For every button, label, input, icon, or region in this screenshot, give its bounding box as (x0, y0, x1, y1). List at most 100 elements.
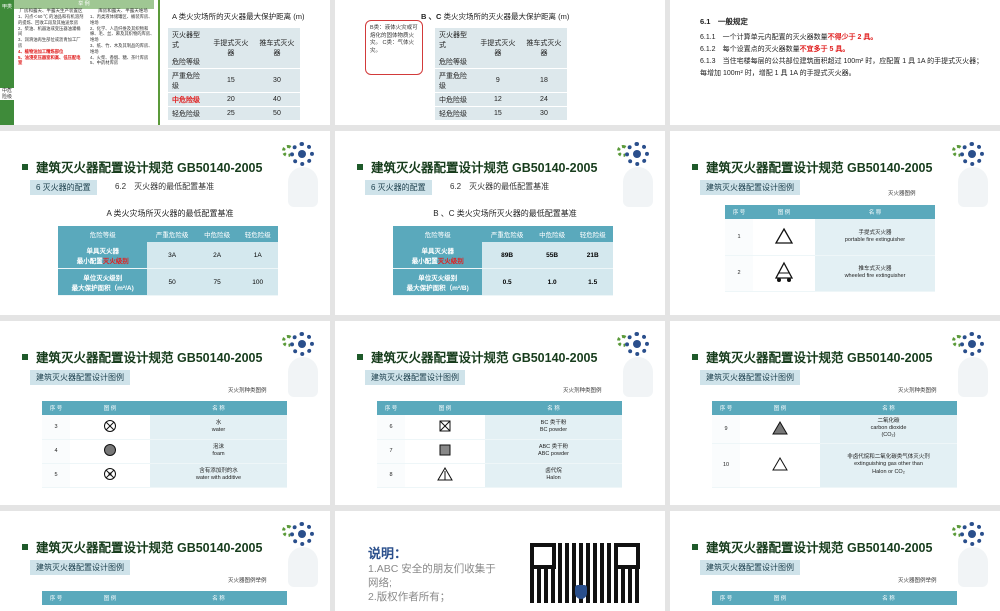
row-no: 10 (712, 443, 740, 488)
shield-icon (575, 585, 587, 599)
head-cell: 名 称 (150, 401, 287, 415)
bulb-icon (623, 357, 653, 397)
value-cell: 75 (196, 268, 238, 296)
legend-name: 二氧化碳 carbon dioxide (CO₂) (820, 415, 957, 444)
slide-1[interactable]: 甲类 中危险级 举 例 厂房和露天、半露天生产装置区 库房和露天、半露天堆场 1… (0, 0, 330, 125)
col1-line-red: 5、油浸变压器室和高、低压配电室 (18, 54, 81, 66)
table-head-wheeled: 推车式灭火器 (520, 28, 567, 69)
table-row: 单位灭火级别 最大保护面积（m²/A) 50 75 100 (58, 268, 278, 296)
hatched-square-icon (405, 439, 485, 464)
circle-cross-dot-icon (70, 463, 150, 488)
head-cell: 轻危险级 (572, 226, 613, 242)
bulb-icon (958, 167, 988, 207)
head-cell: 图 例 (753, 205, 815, 219)
row-label: 单位灭火级别 最大保护面积（m²/B) (393, 268, 483, 296)
table-row: 6 BC 类干粉 BC powder (377, 415, 622, 440)
slide-title: 建筑灭火器配置设计规范 GB50140-2005 (692, 157, 932, 176)
strip-label-top: 甲类 (1, 4, 12, 10)
min-config-table-a: 危险等级 严重危险级 中危险级 轻危险级 单具灭火器 最小配置灭火级别 3A 2A… (58, 226, 278, 296)
table-head-wheeled: 推车式灭火器 (253, 28, 300, 69)
table-row: 10 非卤代烷和二氧化碳类气体灭火剂 extinguishing gas othe… (712, 443, 957, 488)
col1-line: 1、闪点＜60 ℃ 的油品和有机溶剂的提炼、回收工段及其抽送泵房 (18, 14, 84, 25)
row-no: 5 (42, 463, 70, 488)
slide2-caption: B 、C 类火灾场所的灭火器最大保护距离 (m) (421, 11, 569, 22)
head-cell: 图 例 (405, 401, 485, 415)
slide-3[interactable]: 6.1 一般规定 6.1.1 一个计算单元内配置的灭火器数量不得少于 2 具。 … (670, 0, 1000, 125)
row-label: 单具灭火器 最小配置灭火级别 (58, 242, 148, 269)
value-cell: 12 (474, 92, 521, 107)
table-head-type: 灭火器型式 危险等级 (168, 28, 208, 69)
value-cell: 9 (474, 68, 521, 93)
distance-table-a: 灭火器型式 危险等级 手提式灭火器 推车式灭火器 严重危险级 15 30 中危险级… (168, 28, 300, 121)
slide-10[interactable]: 建筑灭火器配置设计规范 GB50140-2005 建筑灭火器配置设计图例 灭火器… (0, 511, 330, 611)
table-row: 单具灭火器 最小配置灭火级别 89B 55B 21B (393, 242, 613, 269)
legend-caption: 灭火器图例举例 (898, 578, 937, 584)
row-label: 单具灭火器 最小配置灭火级别 (393, 242, 483, 269)
col1-line: 3、润滑油再生部位或沥青加工厂房 (18, 37, 81, 48)
head-cell: 中危险级 (531, 226, 573, 242)
value-cell: 30 (253, 68, 300, 93)
slide-title: 建筑灭火器配置设计规范 GB50140-2005 (692, 537, 932, 556)
note-line: 1.ABC 安全的朋友们收集于网络; (368, 563, 496, 590)
section-tag: 建筑灭火器配置设计图例 (700, 370, 800, 385)
slide-2[interactable]: B 、C 类火灾场所的灭火器最大保护距离 (m) B类：液体火灾或可熔化的固体物… (335, 0, 665, 125)
slide-5[interactable]: 建筑灭火器配置设计规范 GB50140-2005 6 灭火器的配置 6.2 灭火… (335, 131, 665, 315)
caption-prefix: B 、C (421, 12, 442, 21)
slide-7[interactable]: 建筑灭火器配置设计规范 GB50140-2005 建筑灭火器配置设计图例 灭火剂… (0, 321, 330, 505)
slide-4[interactable]: 建筑灭火器配置设计规范 GB50140-2005 6 灭火器的配置 6.2 灭火… (0, 131, 330, 315)
table-row: 中危险级 12 24 (435, 92, 567, 107)
col2-line: 3、纸、竹、木及其制品的库房、堆场 (90, 42, 153, 54)
legend-caption: 灭火剂种类图例 (228, 388, 267, 394)
slide-11[interactable]: 说明： 1.ABC 安全的朋友们收集于网络; 2.版权作者所有； (335, 511, 665, 611)
bulb-icon (958, 547, 988, 587)
slide-8[interactable]: 建筑灭火器配置设计规范 GB50140-2005 建筑灭火器配置设计图例 灭火剂… (335, 321, 665, 505)
legend-table: 序 号 图 例 名 称 1 手提式灭火器 portable fire exting… (725, 205, 935, 292)
table-row: 2 推车式灭火器 wheeled fire extinguisher (725, 255, 935, 292)
slide-6[interactable]: 建筑灭火器配置设计规范 GB50140-2005 建筑灭火器配置设计图例 灭火器… (670, 131, 1000, 315)
level-cell: 严重危险级 (435, 68, 475, 93)
slide-grid: 甲类 中危险级 举 例 厂房和露天、半露天生产装置区 库房和露天、半露天堆场 1… (0, 0, 1000, 611)
head-cell: 名 称 (150, 591, 287, 605)
col2-list: 1、丙类液体储罐区、桶装库房、堆场 2、化学、人造纤维及其织物和棉、毛、丝、麻及… (90, 14, 156, 66)
note-heading: 说明： (368, 546, 408, 561)
value-cell: 15 (207, 68, 254, 93)
legend-table: 序 号 图 例 名 称 (712, 591, 957, 605)
qr-code-icon (530, 543, 640, 603)
gear-icon (960, 522, 984, 546)
row-label: 单位灭火级别 最大保护面积（m²/A) (58, 268, 148, 296)
gear-icon (960, 332, 984, 356)
rule-heading: 6.1 一般规定 (700, 17, 748, 26)
table-row: 轻危险级 25 50 (168, 106, 300, 121)
triangle-line-icon (405, 463, 485, 488)
square-cross-icon (405, 415, 485, 440)
head-cell: 名 称 (815, 205, 935, 219)
value-cell: 40 (253, 92, 300, 107)
min-config-table-bc: 危险等级 严重危险级 中危险级 轻危险级 单具灭火器 最小配置灭火级别 89B 5… (393, 226, 613, 296)
value-cell: 25 (207, 106, 254, 121)
strip-label: 中危险级 (0, 88, 14, 100)
rule-block: 6.1.1 一个计算单元内配置的灭火器数量不得少于 2 具。 6.1.2 每个设… (700, 32, 985, 80)
value-cell: 15 (474, 106, 521, 121)
gear-icon (625, 332, 649, 356)
gear-icon (960, 142, 984, 166)
slide-9[interactable]: 建筑灭火器配置设计规范 GB50140-2005 建筑灭火器配置设计图例 灭火剂… (670, 321, 1000, 505)
value-cell: 50 (147, 268, 197, 296)
slide-title: 建筑灭火器配置设计规范 GB50140-2005 (357, 157, 597, 176)
legend-name: 含有添加剂的水 water with additive (150, 463, 287, 488)
slide1-caption: A 类火灾场所的灭火器最大保护距离 (m) (172, 12, 305, 21)
filled-circle-icon (70, 439, 150, 464)
legend-name: 水 water (150, 415, 287, 440)
slide-title: 建筑灭火器配置设计规范 GB50140-2005 (22, 347, 262, 366)
value-cell: 55B (531, 242, 573, 269)
slide-12[interactable]: 建筑灭火器配置设计规范 GB50140-2005 建筑灭火器配置设计图例 灭火器… (670, 511, 1000, 611)
row-no: 2 (725, 255, 753, 292)
value-cell: 100 (237, 268, 278, 296)
section-tag: 6 灭火器的配置 (30, 180, 97, 195)
bulb-icon (958, 357, 988, 397)
value-cell: 89B (482, 242, 532, 269)
value-cell: 0.5 (482, 268, 532, 296)
row-no: 9 (712, 415, 740, 444)
level-cell: 严重危险级 (168, 68, 208, 93)
legend-table: 序 号 图 例 名 称 3 水 water 4 泡沫 foam 5 含有添加剂的水 w… (42, 401, 287, 488)
legend-name: ABC 类干粉 ABC powder (485, 439, 622, 464)
